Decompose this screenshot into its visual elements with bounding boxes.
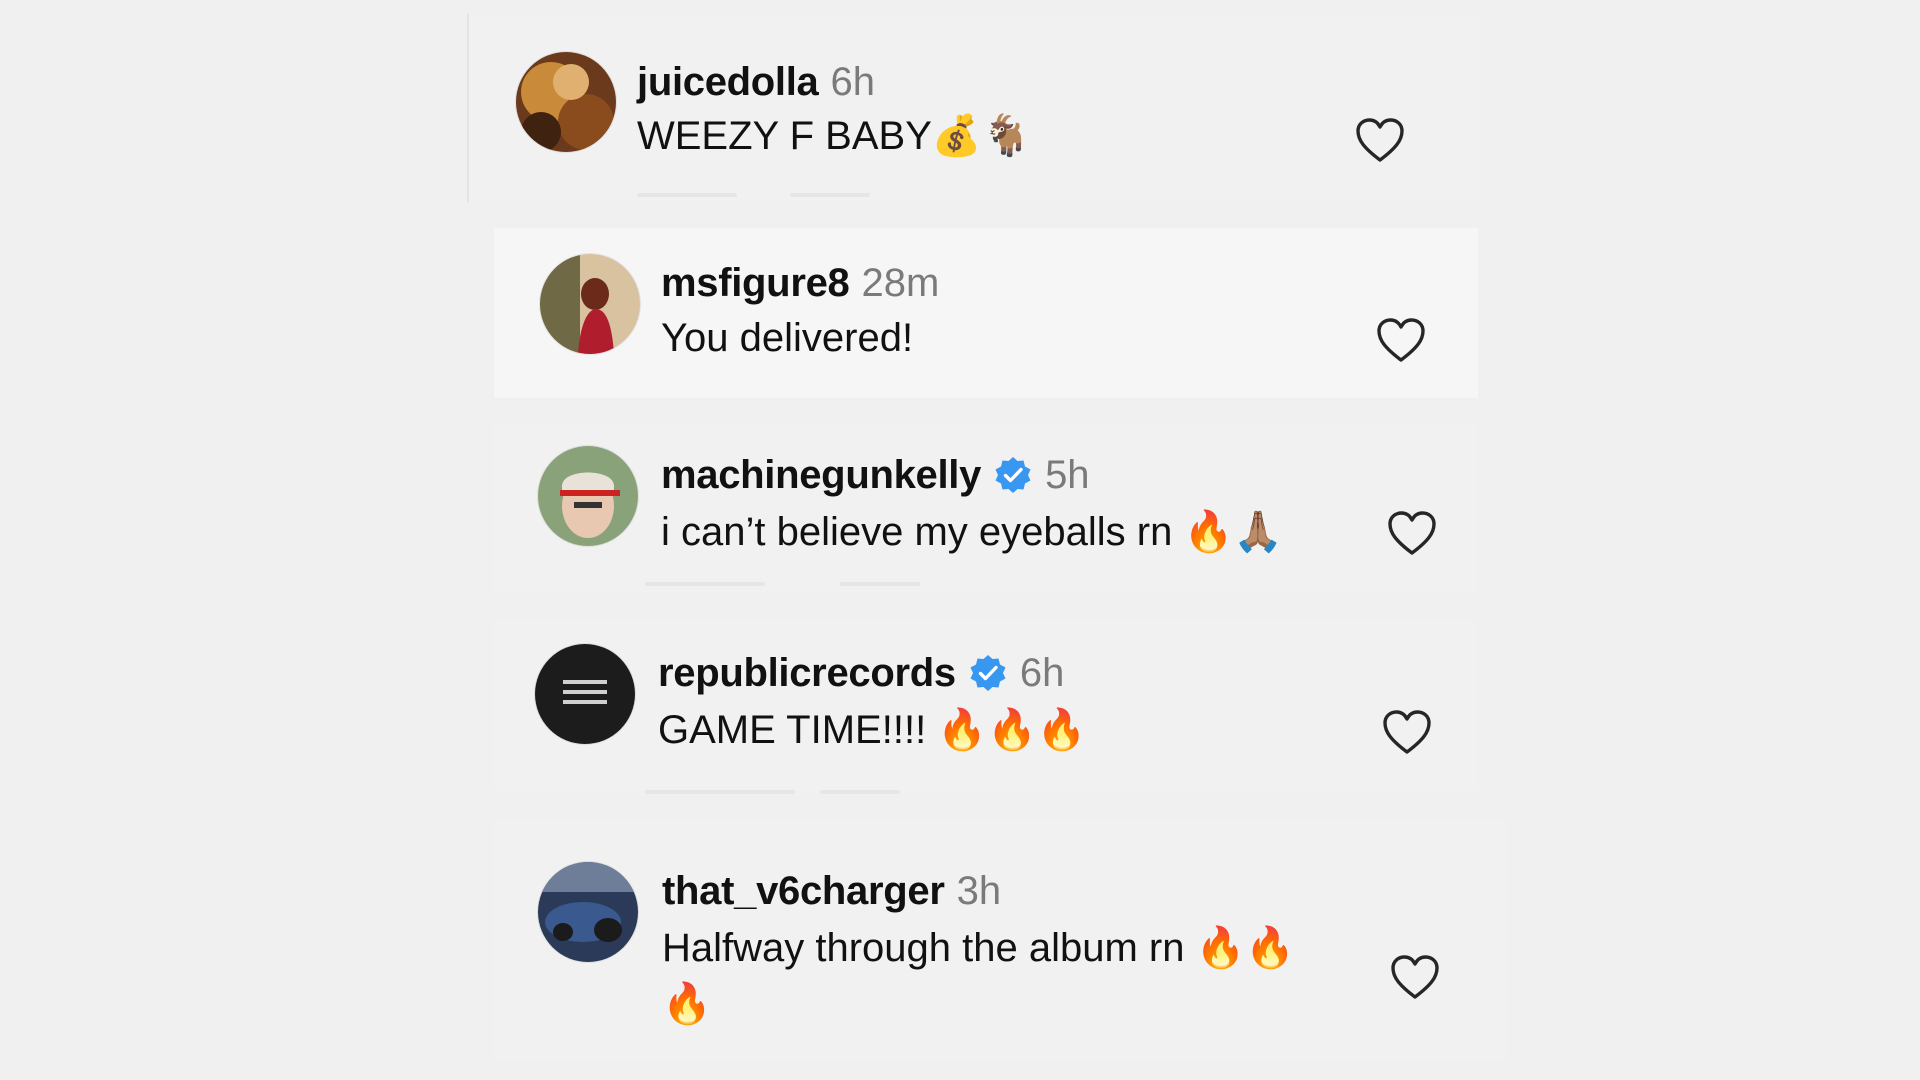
timestamp: 6h — [1019, 651, 1065, 695]
verified-badge-icon — [993, 455, 1033, 495]
username[interactable]: machinegunkelly — [661, 451, 981, 499]
timestamp: 5h — [1045, 453, 1090, 497]
reply-link-placeholder — [820, 790, 900, 794]
username[interactable]: msfigure8 — [661, 259, 850, 307]
timestamp: 28m — [861, 261, 940, 305]
reply-link-placeholder — [840, 582, 920, 586]
comment-text: WEEZY F BABY💰🐐 — [637, 114, 1032, 158]
username[interactable]: juicedolla — [637, 58, 819, 106]
comment-item — [494, 228, 1478, 398]
comment-text-continued: 🔥 — [662, 982, 712, 1026]
comment-meta: juicedolla 6h — [637, 58, 875, 106]
timestamp: 6h — [830, 60, 876, 104]
avatar[interactable] — [535, 644, 635, 744]
heart-outline-icon[interactable] — [1354, 116, 1406, 164]
reply-link-placeholder — [790, 193, 870, 197]
reply-link-placeholder — [645, 790, 795, 794]
heart-outline-icon[interactable] — [1389, 953, 1441, 1001]
timestamp: 3h — [956, 869, 1002, 913]
comment-text: You delivered! — [661, 316, 914, 360]
reply-link-placeholder — [637, 193, 737, 197]
verified-badge-icon — [968, 653, 1008, 693]
heart-outline-icon[interactable] — [1381, 708, 1433, 756]
comment-text: GAME TIME!!!! 🔥🔥🔥 — [658, 708, 1087, 752]
comment-text: i can’t believe my eyeballs rn 🔥🙏🏽 — [661, 510, 1284, 554]
username[interactable]: republicrecords — [658, 649, 956, 697]
comment-text: Halfway through the album rn 🔥🔥 — [662, 926, 1296, 970]
comment-meta: republicrecords 6h — [658, 649, 1064, 697]
avatar[interactable] — [540, 254, 640, 354]
comment-meta: that_v6charger 3h — [662, 867, 1001, 915]
comment-meta: msfigure8 28m — [661, 259, 939, 307]
heart-outline-icon[interactable] — [1375, 316, 1427, 364]
avatar[interactable] — [538, 862, 638, 962]
thread-divider — [467, 14, 469, 202]
reply-link-placeholder — [645, 582, 765, 586]
comments-panel: juicedolla 6h WEEZY F BABY💰🐐 msfigure8 2… — [0, 0, 1920, 1080]
avatar[interactable] — [516, 52, 616, 152]
avatar[interactable] — [538, 446, 638, 546]
heart-outline-icon[interactable] — [1386, 509, 1438, 557]
username[interactable]: that_v6charger — [662, 867, 945, 915]
comment-meta: machinegunkelly 5h — [661, 451, 1090, 499]
